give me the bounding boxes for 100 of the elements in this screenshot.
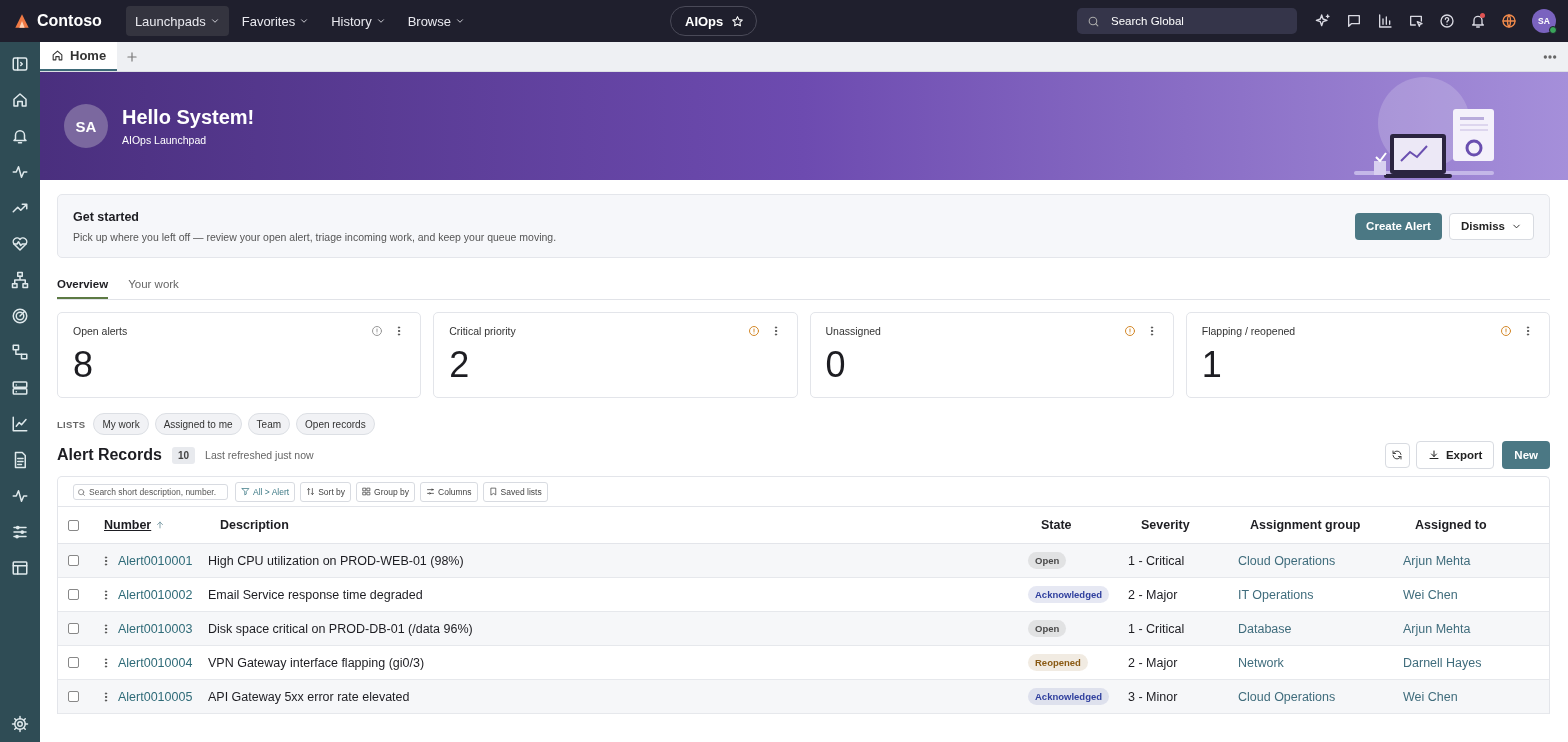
toolbar-button[interactable]: Sort by: [300, 481, 352, 502]
section-title: Alert Records: [57, 446, 162, 464]
chevron-down-icon: [209, 16, 220, 26]
info-icon[interactable]: [747, 325, 760, 337]
row-checkbox[interactable]: [68, 657, 79, 668]
sparkle-icon[interactable]: [1315, 13, 1331, 29]
search-icon: [77, 487, 86, 497]
grid-icon: [362, 487, 372, 496]
card-title: Get started: [73, 209, 140, 224]
column-header[interactable]: Description: [220, 518, 289, 532]
refresh-status: Last refreshed just now: [205, 449, 315, 461]
info-icon[interactable]: [371, 325, 384, 337]
nav-menu[interactable]: Favorites: [232, 6, 319, 36]
server-icon[interactable]: [11, 379, 29, 397]
severity-text: 3 - Minor: [1128, 689, 1178, 704]
list-chip[interactable]: Open records: [296, 413, 375, 435]
heart-icon[interactable]: [11, 235, 29, 253]
column-header[interactable]: Assignment group: [1250, 518, 1361, 532]
greeting-subtitle: AIOps Launchpad: [122, 134, 208, 146]
stat-value: 1: [1201, 345, 1223, 385]
assignee-link[interactable]: Wei Chen: [1403, 689, 1458, 704]
home-icon[interactable]: [11, 91, 29, 109]
table-icon[interactable]: [11, 559, 29, 577]
pulse-icon[interactable]: [11, 487, 29, 505]
sidebar-toggle-icon[interactable]: [11, 55, 29, 73]
settings-icon[interactable]: [11, 715, 29, 733]
sliders-icon[interactable]: [11, 523, 29, 541]
refresh-button[interactable]: [1384, 442, 1410, 468]
lists-label: LISTS: [57, 418, 86, 430]
line-chart-icon[interactable]: [11, 415, 29, 433]
state-badge: Open: [1028, 620, 1067, 637]
bell-icon[interactable]: [11, 127, 29, 145]
page-tab[interactable]: Home: [40, 42, 118, 71]
bar-chart-icon[interactable]: [1377, 13, 1393, 29]
create-alert-button[interactable]: Create Alert: [1355, 212, 1442, 240]
star-icon: [731, 14, 745, 28]
description-text: VPN Gateway interface flapping (gi0/3): [208, 655, 425, 670]
description-text: Email Service response time degraded: [208, 587, 423, 602]
hierarchy-icon[interactable]: [11, 271, 29, 289]
stat-value: 2: [449, 345, 471, 385]
info-icon[interactable]: [1123, 325, 1136, 337]
toolbar-button[interactable]: Columns: [420, 481, 478, 502]
stat-label: Critical priority: [449, 325, 517, 337]
description-text: Disk space critical on PROD-DB-01 (/data 96%): [208, 621, 473, 636]
workflow-icon[interactable]: [11, 343, 29, 361]
user-avatar[interactable]: SA: [1532, 9, 1556, 33]
group-link[interactable]: Database: [1238, 621, 1292, 636]
dismiss-button[interactable]: Dismiss: [1448, 212, 1534, 240]
sort-ascending-icon: [155, 520, 166, 530]
help-icon[interactable]: [1439, 13, 1455, 29]
column-header[interactable]: Severity: [1141, 518, 1190, 532]
radar-icon[interactable]: [11, 307, 29, 325]
severity-text: 1 - Critical: [1128, 621, 1185, 636]
section-tab[interactable]: Overview: [57, 271, 109, 299]
nav-menu[interactable]: Browse: [398, 6, 474, 36]
nav-menu[interactable]: Launchpads: [125, 6, 229, 36]
row-checkbox[interactable]: [68, 691, 79, 702]
chevron-down-icon: [455, 16, 465, 26]
toolbar-button[interactable]: Saved lists: [482, 481, 548, 502]
pulse-icon[interactable]: [11, 163, 29, 181]
search-icon: [1087, 15, 1100, 28]
record-number-link[interactable]: Alert0010004: [118, 655, 193, 670]
state-badge: Acknowledged: [1028, 688, 1110, 705]
row-checkbox[interactable]: [68, 555, 79, 566]
assignee-link[interactable]: Arjun Mehta: [1403, 553, 1471, 568]
cursor-icon[interactable]: [1408, 13, 1424, 29]
new-button[interactable]: New: [1502, 441, 1550, 469]
refresh-icon: [1391, 449, 1404, 461]
nav-menu[interactable]: History: [322, 6, 395, 36]
toolbar-button[interactable]: Group by: [356, 481, 416, 502]
list-chip[interactable]: Team: [247, 413, 291, 435]
greeting-title: Hello System!: [122, 106, 255, 129]
list-chip[interactable]: Assigned to me: [154, 413, 242, 435]
column-header[interactable]: Assigned to: [1415, 518, 1487, 532]
assignee-link[interactable]: Arjun Mehta: [1403, 621, 1471, 636]
record-count: 10: [171, 446, 196, 464]
record-number-link[interactable]: Alert0010002: [118, 587, 193, 602]
globe-icon[interactable]: [1501, 13, 1517, 29]
info-icon[interactable]: [1500, 325, 1512, 337]
chat-icon[interactable]: [1346, 13, 1362, 29]
assignee-link[interactable]: Darnell Hayes: [1403, 655, 1482, 670]
stat-label: Unassigned: [825, 325, 882, 337]
state-badge: Open: [1028, 552, 1067, 569]
export-button[interactable]: Export: [1415, 441, 1495, 469]
sort-icon: [306, 487, 316, 496]
description-text: High CPU utilization on PROD-WEB-01 (98%): [208, 553, 464, 568]
assignee-link[interactable]: Wei Chen: [1403, 587, 1458, 602]
section-tab[interactable]: Your work: [128, 271, 179, 299]
select-all-checkbox[interactable]: [68, 519, 79, 531]
group-link[interactable]: IT Operations: [1238, 587, 1314, 602]
column-header[interactable]: State: [1041, 518, 1072, 532]
list-chip[interactable]: My work: [93, 413, 149, 435]
search-field[interactable]: Search Global: [1077, 8, 1297, 34]
toolbar-button[interactable]: All > Alert: [235, 481, 296, 502]
table-search-field[interactable]: Search short description, number.: [73, 483, 228, 500]
group-link[interactable]: Network: [1238, 655, 1284, 670]
notification-icon[interactable]: [1470, 13, 1486, 29]
row-checkbox[interactable]: [68, 589, 79, 600]
column-header[interactable]: Number: [104, 518, 166, 532]
row-checkbox[interactable]: [68, 623, 79, 634]
